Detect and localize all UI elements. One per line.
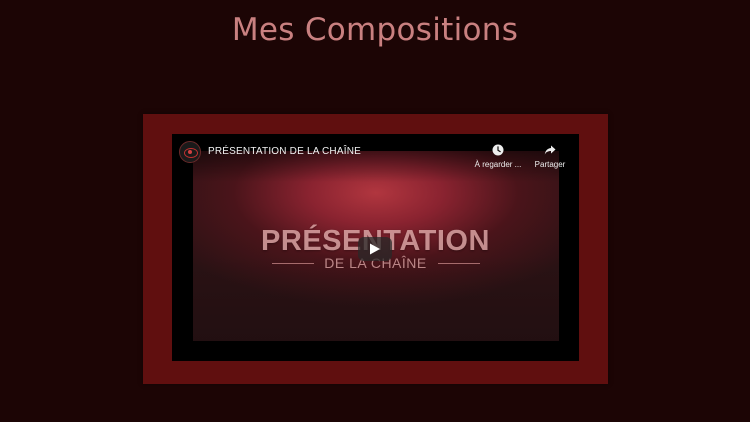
page-title: Mes Compositions [231, 12, 519, 48]
banner-line-left [272, 263, 314, 264]
watch-later-label: À regarder ... [474, 160, 522, 169]
banner-line-right [438, 263, 480, 264]
share-button[interactable]: Partager [530, 144, 570, 169]
share-label: Partager [534, 160, 566, 169]
avatar-dot [188, 150, 192, 154]
share-arrow-icon [544, 145, 556, 155]
youtube-player[interactable]: PRÉSENTATION DE LA CHAÎNE À regarder ...… [172, 134, 579, 361]
play-button[interactable] [358, 237, 392, 261]
video-title[interactable]: PRÉSENTATION DE LA CHAÎNE [208, 146, 361, 157]
channel-avatar[interactable] [179, 141, 201, 163]
video-frame: PRÉSENTATION DE LA CHAÎNE À regarder ...… [143, 114, 608, 384]
watch-later-button[interactable]: À regarder ... [470, 144, 526, 169]
clock-icon [492, 144, 504, 156]
play-icon [370, 243, 380, 255]
